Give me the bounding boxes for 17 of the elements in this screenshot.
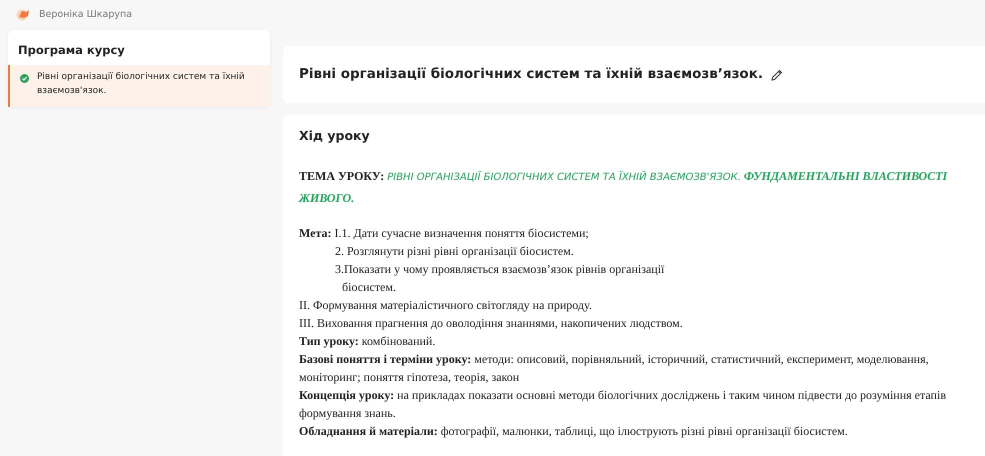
lesson-text: Обладнання й матеріали: фотографії, малюнки, таблиці, що ілюструють різні рівні організації біосистем. (299, 422, 849, 440)
lesson-text: 2. Розглянути різні рівні організації біосистем. (334, 242, 575, 260)
lesson-title: Рівні організації біологічних систем та їхній взаємозв’язок. (299, 65, 763, 84)
lesson-item[interactable]: Рівні організації біологічних систем та їхній взаємозв'язок. (8, 65, 270, 108)
lesson-text: біосистем. (341, 278, 397, 296)
avatar-icon (16, 9, 31, 21)
lesson-text: II. Формування матеріалістичного світогляду на природу. (299, 296, 593, 314)
section-heading: Хід уроку (299, 127, 371, 145)
lesson-text: Тип уроку: комбінований. (299, 332, 436, 350)
user-name[interactable]: Вероніка Шкарупа (39, 8, 132, 22)
sidebar-title: Програма курсу (17, 42, 126, 59)
topic-text: ТЕМА УРОКУ: РІВНІ ОРГАНІЗАЦІЇ БІОЛОГІЧНИХ СИСТЕМ ТА ЇХНІЙ ВЗАЄМОЗВ'ЯЗОК. ФУНДАМЕНТАЛЬНІ ВЛАСТИВОСТІ ЖИВОГО. (299, 168, 948, 207)
lesson-text: III. Виховання прагнення до оволодіння знаннями, накопичених людством. (299, 314, 684, 332)
lesson-text: Мета: I.1. Дати сучасне визначення поняття біосистеми; (299, 224, 590, 242)
lesson-text: 3.Показати у чому проявляється взаємозв’язок рівнів організації (334, 260, 666, 278)
pencil-icon[interactable] (771, 68, 783, 80)
lesson-text: Концепція уроку: на прикладах показати основні методи біологічних досліджень і таким чином підвести до розуміння етапів формування знань. (299, 386, 947, 422)
